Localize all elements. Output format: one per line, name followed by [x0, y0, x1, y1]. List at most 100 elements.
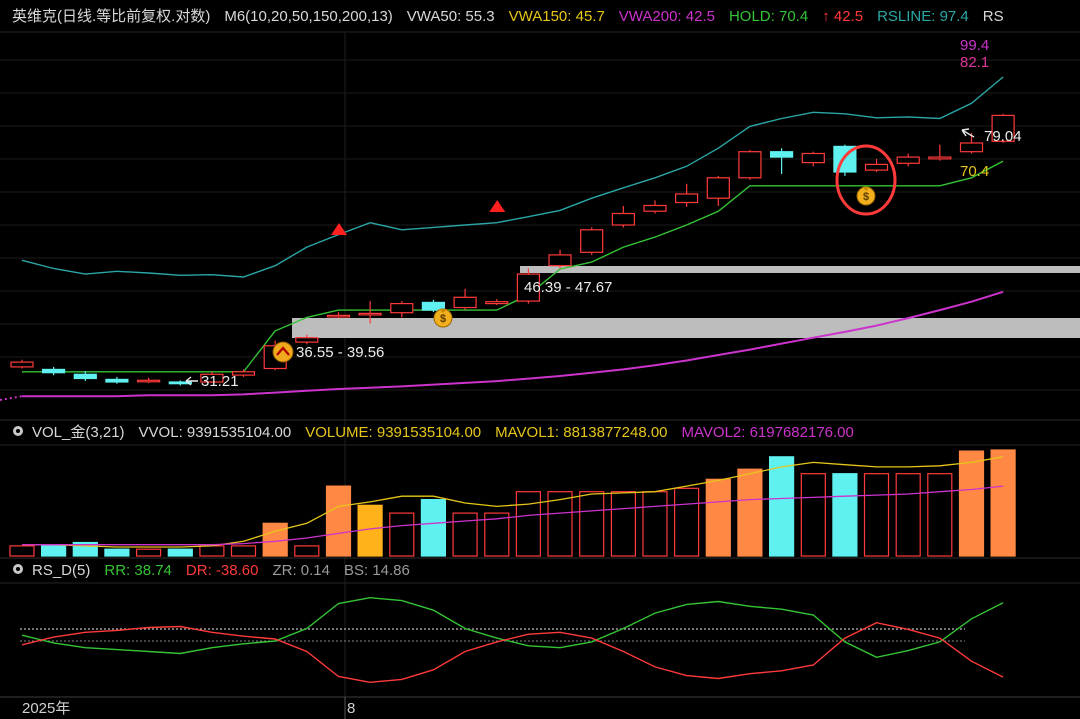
svg-text:RS_D(5)RR: 38.74DR: -38.60ZR:: RS_D(5) RR: 38.74 DR: -38.60 ZR: 0.14 BS: 14…	[32, 562, 410, 579]
support-zone-1	[292, 318, 1080, 338]
volume-bar	[325, 485, 352, 557]
volume-bar	[167, 548, 193, 557]
volume-bar	[262, 522, 288, 557]
candle	[548, 249, 572, 269]
line-vwa200-ext	[0, 395, 23, 401]
volume-bar	[420, 499, 446, 557]
volume-bar	[389, 512, 415, 557]
candle	[105, 376, 129, 384]
candle	[453, 288, 477, 310]
rs-reference-lines	[20, 628, 965, 642]
candle	[864, 158, 889, 172]
candle	[611, 206, 636, 228]
candle-body	[611, 212, 636, 226]
annotation-label: 36.55 - 39.56	[296, 344, 384, 361]
annotation-label: 31.21	[201, 373, 239, 390]
header-item: VOL_金(3,21)	[32, 424, 125, 441]
candle-body	[485, 301, 509, 305]
settings-icon[interactable]	[13, 564, 23, 574]
volume-bar	[673, 487, 700, 557]
candle-body	[390, 303, 414, 314]
header-item: RS_D(5)	[32, 562, 90, 579]
candle-body	[738, 151, 762, 179]
header-item: HOLD: 70.4	[729, 8, 808, 25]
stock-chart[interactable]: 英维克(日线.等比前复权.对数) M6(10,20,50,150,200,13) V…	[0, 0, 1080, 719]
annotation-label: 79.04	[984, 128, 1022, 145]
header-item: VWA50: 55.3	[407, 8, 495, 25]
volume-bar	[136, 548, 162, 557]
header-item: VOLUME: 9391535104.00	[305, 424, 481, 441]
candle-body	[453, 296, 477, 309]
volume-bar	[958, 450, 985, 557]
candle	[73, 371, 97, 382]
volume-bar	[705, 478, 731, 557]
candle-body	[801, 152, 825, 164]
grid	[0, 31, 1080, 697]
header-item: RSLINE: 97.4	[877, 8, 969, 25]
header-item: ZR: 0.14	[272, 562, 330, 579]
candle	[674, 183, 699, 207]
header-item: DR: -38.60	[186, 562, 259, 579]
volume-bar	[642, 491, 668, 557]
candle	[41, 366, 66, 376]
candle	[738, 149, 762, 180]
buy-arrow-icon	[272, 341, 294, 363]
candle	[485, 299, 509, 305]
candle	[928, 144, 952, 161]
volume-bar	[452, 512, 478, 557]
settings-icon[interactable]	[13, 426, 23, 436]
candles	[10, 113, 1015, 386]
volume-bar	[579, 491, 605, 557]
header-item: VWA150: 45.7	[509, 8, 605, 25]
candle-body	[41, 368, 66, 374]
annotation-label: 99.4	[960, 37, 989, 54]
volume-bar	[990, 449, 1016, 557]
annotation-label: 46.39 - 47.67	[524, 279, 612, 296]
candle	[137, 377, 161, 383]
volume-bar	[800, 473, 826, 557]
money-bag-icon: $	[433, 308, 453, 328]
volume-bar	[199, 545, 225, 557]
money-bag-symbol: $	[440, 313, 446, 325]
volume-bar	[515, 491, 542, 557]
candle-body	[358, 312, 382, 316]
line-vwa200	[22, 290, 1004, 398]
candle-body	[706, 177, 730, 199]
volume-bar	[768, 456, 795, 557]
candle-body	[769, 151, 794, 158]
arrow-icon	[961, 128, 975, 138]
candle	[706, 175, 730, 206]
volume-bar	[294, 545, 320, 557]
volume-bar	[895, 473, 921, 557]
candle	[580, 227, 604, 255]
header-item: VWA200: 42.5	[619, 8, 715, 25]
main-panel-header: 英维克(日线.等比前复权.对数) M6(10,20,50,150,200,13) V…	[12, 7, 1004, 25]
candle-body	[10, 361, 34, 368]
candle-body	[295, 337, 319, 343]
candle	[326, 312, 351, 319]
header-item: VVOL: 9391535104.00	[139, 424, 292, 441]
candle-body	[73, 373, 97, 380]
annotation-label: 70.4	[960, 163, 989, 180]
volume-bar	[927, 473, 953, 557]
time-axis-label: 8	[347, 700, 355, 717]
svg-text:VOL_金(3,21)VVOL: 9391535104.00: VOL_金(3,21) VVOL: 9391535104.00 VOLUME: 93…	[32, 424, 854, 441]
annotation-label: 82.1	[960, 54, 989, 71]
sell-triangle-icon	[489, 200, 506, 212]
candle-body	[643, 204, 667, 212]
money-bag-symbol: $	[863, 191, 869, 203]
candle-body	[864, 163, 889, 171]
buy-arrow-circle	[272, 341, 294, 363]
candle-body	[105, 378, 129, 383]
candle	[390, 301, 414, 318]
line-rsline	[21, 76, 1004, 278]
candle	[10, 359, 34, 369]
candle-body	[326, 314, 351, 318]
candle-body	[548, 254, 572, 267]
header-item: RR: 38.74	[104, 562, 172, 579]
price-lines	[0, 76, 1004, 401]
candle-body	[959, 142, 984, 153]
header-item: BS: 14.86	[344, 562, 410, 579]
candle	[801, 151, 825, 167]
rs-lines	[21, 596, 1004, 684]
